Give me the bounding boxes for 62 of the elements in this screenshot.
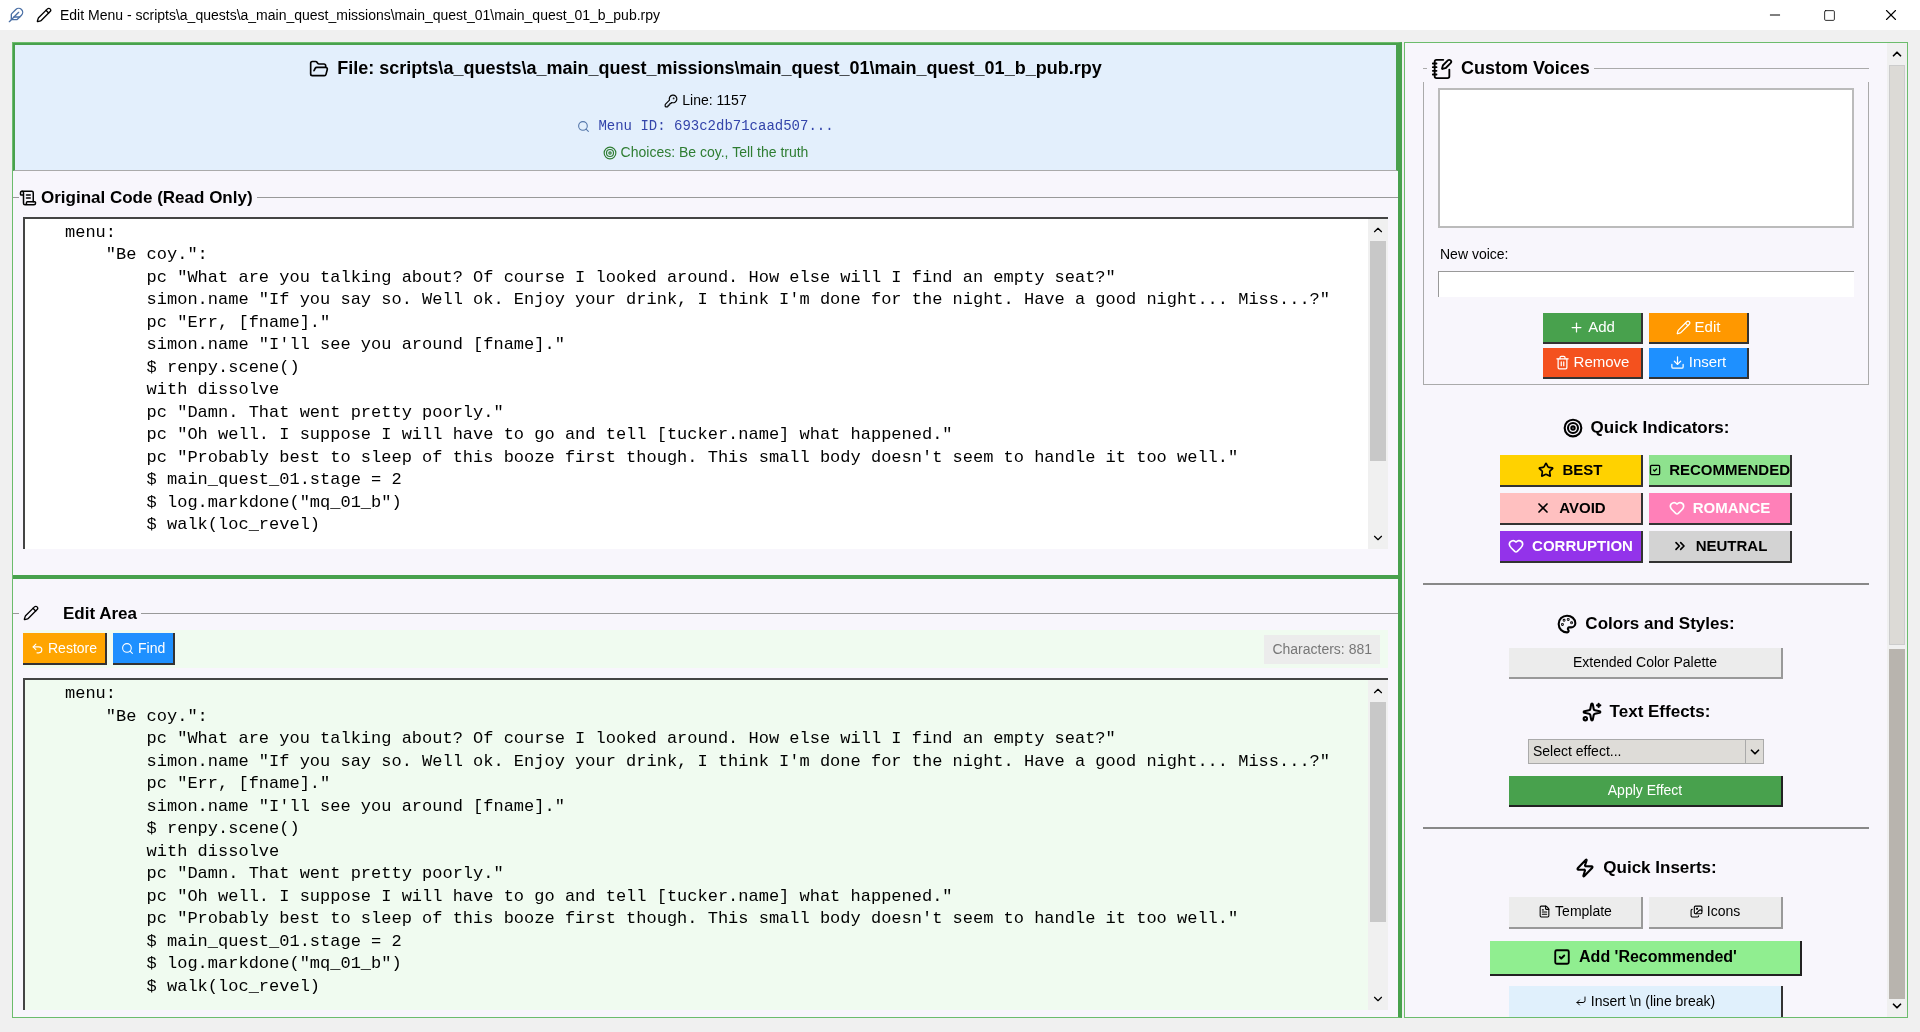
return-arrow-icon: [1574, 995, 1587, 1008]
section-title: Quick Inserts:: [1603, 857, 1717, 880]
indicator-button[interactable]: RECOMMENDED: [1649, 454, 1792, 487]
lightning-icon: [1575, 858, 1596, 879]
star-icon: [1538, 461, 1555, 478]
feather-icon: [8, 7, 24, 23]
effect-dropdown[interactable]: Select effect...: [1528, 738, 1746, 765]
icons-button[interactable]: Icons: [1649, 896, 1783, 929]
scrollbar-thumb[interactable]: [1889, 65, 1905, 645]
template-button[interactable]: Template: [1509, 896, 1643, 929]
indicator-button[interactable]: BEST: [1500, 454, 1643, 487]
choices-text: Choices: Be coy., Tell the truth: [620, 143, 809, 162]
section-title: Quick Indicators:: [1590, 417, 1730, 440]
search-icon: [121, 641, 135, 655]
indicator-button[interactable]: NEUTRAL: [1649, 530, 1792, 563]
scrollbar[interactable]: [1368, 680, 1388, 1010]
heart-icon: [1668, 499, 1685, 516]
sparkles-icon: [1581, 702, 1602, 723]
checkbox-icon: [1553, 948, 1572, 967]
section-title: Edit Area: [62, 602, 138, 625]
pictures-icon: [1689, 905, 1703, 919]
undo-arrow-icon: [31, 641, 44, 655]
scrollbar-thumb[interactable]: [1370, 702, 1386, 922]
scrollbar-thumb[interactable]: [1370, 240, 1386, 461]
code-view[interactable]: menu: "Be coy.": pc "What are you talking about? Of course I looked around. How else will I find an empty seat?" simon.name "If you say so. Well ok. Enjoy your drink, I think I'm done for the night. Have a good night... Miss...?" pc "Err, [fname]." simon.name "I'll see you around [fname]." $ renpy.scene() with dissolve pc "Damn. That went pretty poorly." pc "Oh well. I suppose I will have to go and tell [tucker.name] what happened." pc "Probably best to sleep of this booze first though. This small body doesn't seem to handle it too well." $ main_quest_01.stage = 2 $ log.markdone("mq_01_b") $ walk(loc_revel): [25, 218, 1368, 549]
palette-icon: [1557, 613, 1578, 634]
section-title: Colors and Styles:: [1585, 612, 1735, 635]
plus-icon: [1569, 320, 1585, 335]
line-number: Line: 1157: [682, 91, 747, 110]
file-path: File: scripts\a_quests\a_main_quest_missions\main_quest_01\main_quest_01_b_pub.rpy: [337, 57, 1102, 80]
document-icon: [1538, 905, 1552, 919]
folder-icon: [309, 58, 330, 79]
key-icon: [664, 93, 679, 108]
target-icon: [602, 145, 617, 160]
notepad-icon: [1431, 57, 1453, 80]
pencil-icon: [23, 605, 39, 622]
code-editor[interactable]: menu: "Be coy.": pc "What are you talking about? Of course I looked around. How else will I find an empty seat?" simon.name "If you say so. Well ok. Enjoy your drink, I think I'm done for the night. Have a good night... Miss...?" pc "Err, [fname]." simon.name "I'll see you around [fname]." $ renpy.scene() with dissolve pc "Damn. That went pretty poorly." pc "Oh well. I suppose I will have to go and tell [tucker.name] what happened." pc "Probably best to sleep of this booze first though. This small body doesn't seem to handle it too well." $ main_quest_01.stage = 2 $ log.markdone("mq_01_b") $ walk(loc_revel): [25, 680, 1368, 1010]
scroll-icon: [19, 188, 37, 207]
dropdown-button[interactable]: [1746, 738, 1764, 765]
input-field[interactable]: [1438, 271, 1854, 297]
pencil-icon: [36, 7, 52, 23]
section-title: Text Effects:: [1609, 701, 1711, 724]
indicator-button[interactable]: AVOID: [1500, 492, 1643, 525]
search-icon: [577, 120, 591, 133]
tray-icon: [1669, 355, 1685, 370]
maximize-icon[interactable]: [1823, 8, 1836, 22]
section-title: Custom Voices: [1461, 57, 1591, 80]
heart-icon: [1508, 537, 1525, 554]
scrollbar[interactable]: [1368, 218, 1388, 549]
target-icon: [1562, 418, 1583, 439]
section-title: Original Code (Read Only): [40, 187, 254, 209]
color-palette-button[interactable]: Extended Color Palette: [1509, 648, 1783, 680]
indicator-button[interactable]: CORRUPTION: [1500, 530, 1643, 563]
add-recommended-button[interactable]: Add 'Recommended': [1490, 940, 1802, 976]
scrollbar[interactable]: [1887, 43, 1907, 1017]
menu-id: Menu ID: 693c2db71caad507...: [598, 117, 834, 136]
character-count: Characters: 881: [1264, 634, 1380, 664]
field-label: New voice:: [1440, 245, 1510, 264]
line-break-button[interactable]: Insert \n (line break): [1509, 985, 1783, 1017]
pencil-icon: [1675, 320, 1691, 335]
window-title: Edit Menu - scripts\a_quests\a_main_quest_missions\main_quest_01\main_quest_01_b_pub.rpy: [60, 5, 661, 25]
trash-icon: [1554, 355, 1570, 370]
